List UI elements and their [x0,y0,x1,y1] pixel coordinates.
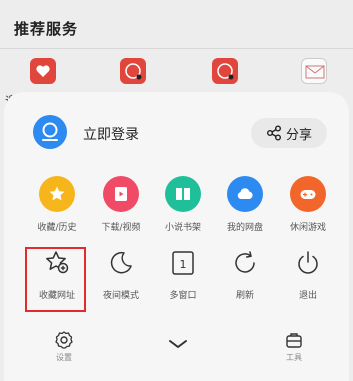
gear-icon [55,331,73,349]
menu-item-refresh[interactable]: 刷新 [214,242,276,312]
avatar-icon[interactable] [33,115,67,149]
share-label: 分享 [285,127,312,143]
menu-item-novel-shelf[interactable]: 小说书架 [152,172,214,242]
divider [0,48,353,49]
toolbox-icon [286,333,302,348]
menu-item-label: 我的网盘 [226,223,263,233]
chevron-down-icon [169,340,187,348]
collapse-button[interactable] [166,332,190,356]
power-icon [293,248,323,278]
window-count: 1 [180,258,187,271]
menu-item-label: 退出 [298,291,317,301]
share-icon [266,125,281,141]
service-icon-1[interactable] [30,58,56,84]
section-title: 推荐服务 [14,20,79,38]
service-icon-4[interactable] [301,58,327,84]
book-icon [165,176,201,212]
login-link[interactable]: 立即登录 [83,124,139,144]
service-icon-3[interactable] [212,58,238,84]
menu-item-night-mode[interactable]: 夜间模式 [90,242,152,312]
menu-item-label: 休闲游戏 [289,223,326,233]
menu-item-label: 收藏/历史 [37,223,77,233]
menu-item-favorites-history[interactable]: 收藏/历史 [26,172,88,242]
settings-button[interactable]: 设置 [44,330,84,363]
service-icon-2[interactable] [120,58,146,84]
settings-label: 设置 [56,353,72,362]
menu-row-1: 收藏/历史 下载/视频 小说书架 我的网盘 休闲游戏 [4,172,349,242]
menu-item-label: 多窗口 [169,291,197,301]
menu-sheet: 立即登录 分享 收藏/历史 下载/视频 小说书架 我的网盘 休闲游戏 收藏网址 … [4,92,349,381]
menu-item-cloud-drive[interactable]: 我的网盘 [214,172,276,242]
window-count-icon: 1 [168,248,198,278]
menu-item-label: 下载/视频 [101,223,141,233]
tools-button[interactable]: 工具 [274,330,314,363]
menu-item-multi-window[interactable]: 1 多窗口 [152,242,214,312]
moon-icon [106,248,136,278]
menu-item-label: 刷新 [235,291,254,301]
cloud-icon [227,176,263,212]
refresh-icon [230,248,260,278]
gamepad-icon [290,176,326,212]
download-video-icon [103,176,139,212]
menu-item-downloads-videos[interactable]: 下载/视频 [90,172,152,242]
menu-item-label: 夜间模式 [102,291,139,301]
tools-label: 工具 [286,353,302,362]
bottom-bar: 设置 工具 [4,322,349,381]
menu-item-exit[interactable]: 退出 [277,242,339,312]
highlight-box [25,247,86,312]
account-row: 立即登录 分享 [4,92,349,172]
share-button[interactable]: 分享 [251,118,327,148]
menu-item-label: 小说书架 [164,223,201,233]
menu-item-casual-games[interactable]: 休闲游戏 [277,172,339,242]
star-icon [39,176,75,212]
